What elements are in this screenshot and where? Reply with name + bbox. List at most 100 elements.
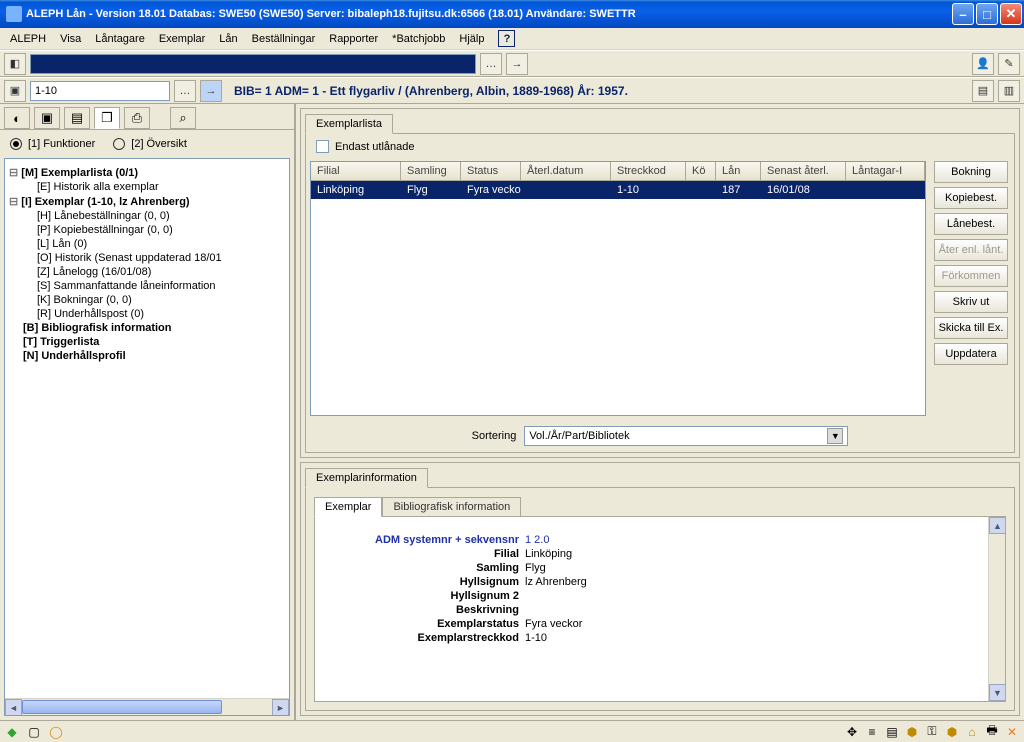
tree-bokningar[interactable]: [K] Bokningar (0, 0) [9,293,285,307]
status-icon-1[interactable]: ✥ [844,724,860,740]
tab-exemplarlista[interactable]: Exemplarlista [305,114,393,134]
btn-skrivut[interactable]: Skriv ut [934,291,1008,313]
status-icon-7[interactable]: ⌂ [964,724,980,740]
col-senastaterl[interactable]: Senast återl. [761,162,846,180]
toolbar1-go-button[interactable]: → [506,53,528,75]
status-icon-8[interactable]: 🖶 [984,724,1000,740]
tree-exemplar[interactable]: [I] Exemplar (1-10, lz Ahrenberg) [9,194,285,209]
status-close-icon[interactable]: ✕ [1004,724,1020,740]
innertab-bibliografisk[interactable]: Bibliografisk information [382,497,521,517]
toolbar1-field[interactable] [30,54,476,74]
maximize-button[interactable]: □ [976,3,998,25]
tree-underhallspost[interactable]: [R] Underhållspost (0) [9,307,285,321]
cell-ko [686,181,716,199]
radio-funktioner[interactable]: [1] Funktioner [10,138,95,150]
btn-kopiebest[interactable]: Kopiebest. [934,187,1008,209]
toolbar2-right-2[interactable]: ▥ [998,80,1020,102]
scroll-right-icon[interactable]: ► [272,699,289,716]
help-icon[interactable]: ? [498,30,515,47]
menubar: ALEPH Visa Låntagare Exemplar Lån Bestäl… [0,28,1024,50]
toolbar2-field[interactable]: 1-10 [30,81,170,101]
menu-hjalp[interactable]: Hjälp [453,31,490,47]
tree-underhallsprofil[interactable]: [N] Underhållsprofil [9,349,285,363]
lefttab-5[interactable]: ⎙ [124,107,150,129]
scroll-up-icon[interactable]: ▲ [989,517,1006,534]
only-loaned-row: Endast utlånade [306,134,1014,159]
status-icon-2[interactable]: ≡ [864,724,880,740]
menu-batchjobb[interactable]: *Batchjobb [386,31,451,47]
status-circle-icon: ◯ [48,724,64,740]
menu-lantagare[interactable]: Låntagare [89,31,151,47]
grid-row-1[interactable]: Linköping Flyg Fyra veckor 1-10 187 16/0… [311,181,925,199]
tree-lanelogg[interactable]: [Z] Lånelogg (16/01/08) [9,265,285,279]
details-vscrollbar[interactable]: ▲ ▼ [988,517,1005,701]
scroll-down-icon[interactable]: ▼ [989,684,1006,701]
status-icon-3[interactable]: ▤ [884,724,900,740]
scroll-left-icon[interactable]: ◄ [5,699,22,716]
cell-filial: Linköping [311,181,401,199]
col-samling[interactable]: Samling [401,162,461,180]
toolbar1-right-1[interactable]: 👤 [972,53,994,75]
btn-lanebest[interactable]: Lånebest. [934,213,1008,235]
tree-lanebest[interactable]: [H] Lånebeställningar (0, 0) [9,209,285,223]
innertab-exemplar[interactable]: Exemplar [314,497,382,517]
scroll-thumb[interactable] [22,700,222,714]
toolbar2-field-value: 1-10 [35,85,57,97]
radio-oversikt[interactable]: [2] Översikt [113,138,187,150]
lefttab-4-active[interactable]: ❐ [94,107,120,129]
tree-historik-alla[interactable]: [E] Historik alla exemplar [9,180,285,194]
col-lan[interactable]: Lån [716,162,761,180]
btn-bokning[interactable]: Bokning [934,161,1008,183]
lefttab-3[interactable]: ▤ [64,107,90,129]
tree-bibliografisk[interactable]: [B] Bibliografisk information [9,321,285,335]
minimize-button[interactable]: – [952,3,974,25]
lefttab-2[interactable]: ▣ [34,107,60,129]
tab-exemplarinfo[interactable]: Exemplarinformation [305,468,428,488]
tree-kopiebest[interactable]: [P] Kopiebeställningar (0, 0) [9,223,285,237]
menu-bestallningar[interactable]: Beställningar [246,31,322,47]
tree-historik[interactable]: [O] Historik (Senast uppdaterad 18/01 [9,251,285,265]
col-aterldatum[interactable]: Återl.datum [521,162,611,180]
tree-hscrollbar[interactable]: ◄ ► [5,698,289,715]
close-button[interactable]: ✕ [1000,3,1022,25]
tree-triggerlista[interactable]: [T] Triggerlista [9,335,285,349]
toolbar1-button-1[interactable]: ◧ [4,53,26,75]
col-status[interactable]: Status [461,162,521,180]
radio-dot-off-icon [113,138,125,150]
kv-val-filial: Linköping [525,548,572,560]
menu-visa[interactable]: Visa [54,31,87,47]
toolbar2-lookup-button[interactable]: … [174,80,196,102]
status-icon-5[interactable]: ⚿ [924,724,940,740]
menu-exemplar[interactable]: Exemplar [153,31,211,47]
col-ko[interactable]: Kö [686,162,716,180]
cell-streckkod: 1-10 [611,181,686,199]
toolbar2-right-1[interactable]: ▤ [972,80,994,102]
lefttab-6[interactable]: ⌕ [170,107,196,129]
toolbar2-book-icon[interactable]: ▣ [4,80,26,102]
status-icon-4[interactable]: ⬢ [904,724,920,740]
only-loaned-checkbox[interactable] [316,140,329,153]
lefttab-1[interactable]: ◐ [4,107,30,129]
toolbar2-go-button[interactable]: → [200,80,222,102]
kv-val-hyllsignum: lz Ahrenberg [525,576,587,588]
kv-label-samling: Samling [325,562,525,574]
btn-skickatillex[interactable]: Skicka till Ex. [934,317,1008,339]
window-title: ALEPH Lån - Version 18.01 Databas: SWE50… [26,8,636,20]
sort-combo[interactable]: Vol./År/Part/Bibliotek ▼ [524,426,848,446]
btn-uppdatera[interactable]: Uppdatera [934,343,1008,365]
menu-aleph[interactable]: ALEPH [4,31,52,47]
col-streckkod[interactable]: Streckkod [611,162,686,180]
toolbar1-lookup-button[interactable]: … [480,53,502,75]
col-lantagar[interactable]: Låntagar-I [846,162,925,180]
status-icon-6[interactable]: ⬢ [944,724,960,740]
toolbar1-right-2[interactable]: ✎ [998,53,1020,75]
btn-aterenl[interactable]: Åter enl. lånt. [934,239,1008,261]
tree-sammanfattande[interactable]: [S] Sammanfattande låneinformation [9,279,285,293]
exemplarinfo-panel: Exemplarinformation Exemplar Bibliografi… [300,462,1020,716]
col-filial[interactable]: Filial [311,162,401,180]
tree-lan[interactable]: [L] Lån (0) [9,237,285,251]
menu-lan[interactable]: Lån [213,31,243,47]
menu-rapporter[interactable]: Rapporter [323,31,384,47]
tree-exemplarlista[interactable]: [M] Exemplarlista (0/1) [9,165,285,180]
btn-forkommen[interactable]: Förkommen [934,265,1008,287]
